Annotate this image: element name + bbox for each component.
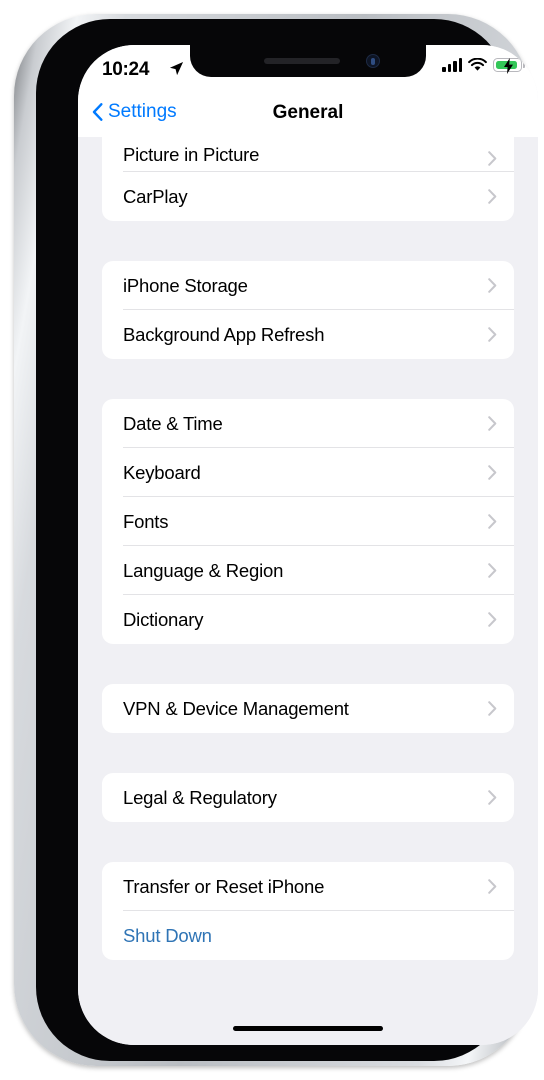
chevron-right-icon <box>488 701 497 716</box>
chevron-right-icon <box>488 151 497 166</box>
device-bezel: 10:24 Settings General Picture in Pictur… <box>36 19 538 1061</box>
settings-list[interactable]: Picture in Picture CarPlay iPhone Storage B… <box>78 137 538 1045</box>
settings-row-label: Shut Down <box>123 924 212 946</box>
front-camera-icon <box>366 54 380 68</box>
settings-row-label: Language & Region <box>123 559 284 581</box>
settings-row-label: VPN & Device Management <box>123 697 349 719</box>
settings-row-label: Fonts <box>123 510 169 532</box>
settings-row[interactable]: Keyboard <box>102 448 514 497</box>
chevron-right-icon <box>488 278 497 293</box>
settings-row[interactable]: Fonts <box>102 497 514 546</box>
location-arrow-icon <box>169 61 184 76</box>
status-indicators <box>442 58 525 74</box>
settings-row[interactable]: Picture in Picture <box>102 137 514 172</box>
settings-row-label: Transfer or Reset iPhone <box>123 875 325 897</box>
settings-row-label: iPhone Storage <box>123 274 248 296</box>
settings-row-label: Legal & Regulatory <box>123 786 277 808</box>
chevron-right-icon <box>488 563 497 578</box>
settings-row-label: Background App Refresh <box>123 323 325 345</box>
settings-row[interactable]: Legal & Regulatory <box>102 773 514 822</box>
chevron-right-icon <box>488 612 497 627</box>
settings-group: iPhone Storage Background App Refresh <box>102 261 514 359</box>
settings-row[interactable]: Shut Down <box>102 911 514 960</box>
settings-row[interactable]: iPhone Storage <box>102 261 514 310</box>
settings-group: Picture in Picture CarPlay <box>102 137 514 221</box>
settings-row-label: Keyboard <box>123 461 201 483</box>
notch <box>190 45 426 77</box>
settings-row[interactable]: Dictionary <box>102 595 514 644</box>
settings-row[interactable]: Language & Region <box>102 546 514 595</box>
settings-row[interactable]: VPN & Device Management <box>102 684 514 733</box>
chevron-right-icon <box>488 514 497 529</box>
settings-row-label: Dictionary <box>123 608 204 630</box>
home-indicator[interactable] <box>233 1026 383 1031</box>
settings-row[interactable]: Transfer or Reset iPhone <box>102 862 514 911</box>
chevron-right-icon <box>488 416 497 431</box>
settings-group: Legal & Regulatory <box>102 773 514 822</box>
charging-bolt-icon <box>504 58 513 74</box>
chevron-right-icon <box>488 879 497 894</box>
settings-row[interactable]: Date & Time <box>102 399 514 448</box>
settings-group: VPN & Device Management <box>102 684 514 733</box>
phone-screen: 10:24 Settings General Picture in Pictur… <box>78 45 538 1045</box>
earpiece-speaker <box>264 58 340 64</box>
navigation-bar: Settings General <box>78 95 538 137</box>
chevron-right-icon <box>488 790 497 805</box>
status-time: 10:24 <box>102 59 150 80</box>
settings-group: Date & Time Keyboard Fonts Language & Regio… <box>102 399 514 644</box>
iphone-device-frame: 10:24 Settings General Picture in Pictur… <box>14 14 538 1066</box>
settings-row-label: Picture in Picture <box>123 144 260 165</box>
wifi-icon <box>468 58 487 71</box>
settings-row-label: Date & Time <box>123 412 223 434</box>
chevron-right-icon <box>488 189 497 204</box>
page-title: General <box>272 102 344 123</box>
settings-row-label: CarPlay <box>123 185 188 207</box>
chevron-right-icon <box>488 327 497 342</box>
chevron-right-icon <box>488 465 497 480</box>
settings-row[interactable]: Background App Refresh <box>102 310 514 359</box>
cellular-signal-icon <box>442 58 462 72</box>
settings-row[interactable]: CarPlay <box>102 172 514 221</box>
settings-group: Transfer or Reset iPhone Shut Down <box>102 862 514 960</box>
battery-charging-icon <box>493 58 525 74</box>
